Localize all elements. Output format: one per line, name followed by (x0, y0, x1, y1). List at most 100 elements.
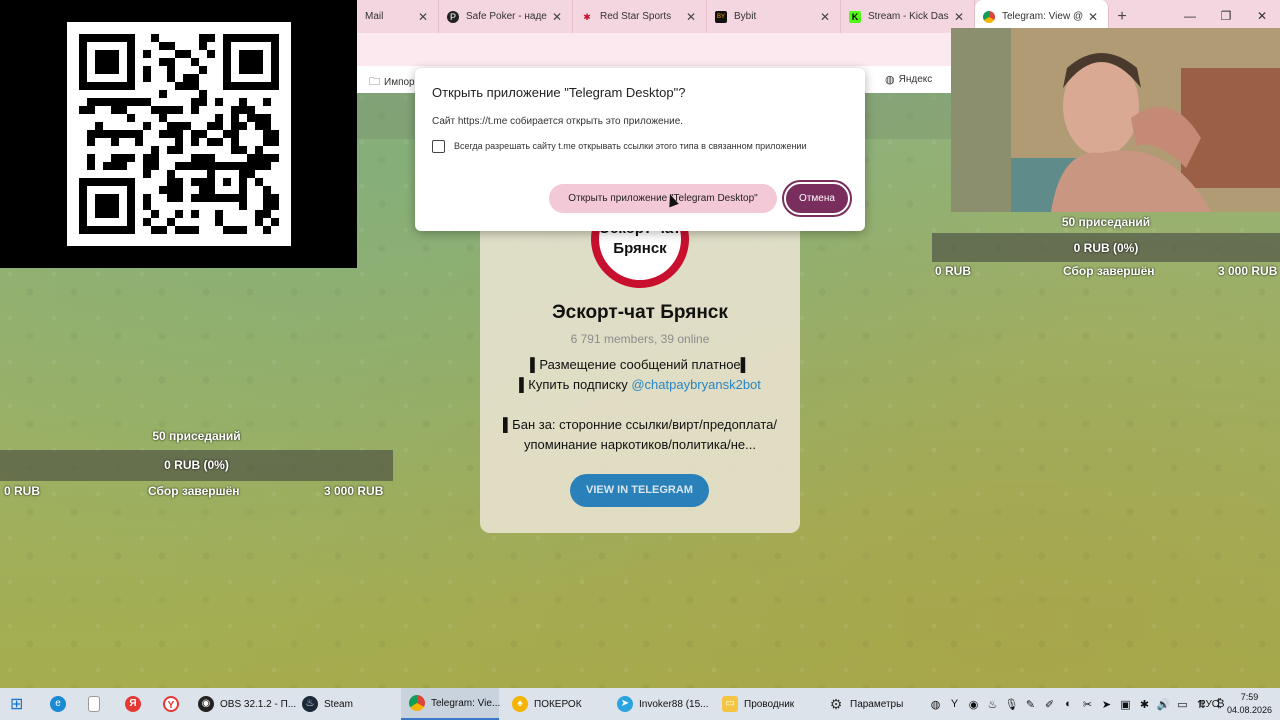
bookmark-label: Яндекс (898, 74, 933, 85)
microphone-icon[interactable]: 🎙 (1002, 698, 1021, 711)
yandex-icon: ◍ (885, 74, 895, 86)
tab-label: Safe Poker - наде (466, 11, 547, 22)
cancel-button[interactable]: Отмена (782, 180, 852, 217)
tab-bybit[interactable]: BY Bybit ✕ (707, 0, 841, 33)
clock-date: 04.08.2026 (1226, 705, 1272, 715)
taskbar-edge[interactable]: e (50, 688, 72, 720)
tab-mail[interactable]: Mail ✕ (357, 0, 439, 33)
taskbar-obs[interactable]: ◉ OBS 32.1.2 - П... (198, 688, 296, 720)
channel-title: Эскорт-чат Брянск (552, 302, 728, 323)
taskbar-label: Параметры (850, 698, 904, 710)
donation-status: Сбор завершён (1063, 264, 1155, 278)
open-app-button[interactable]: Открыть приложение "Telegram Desktop" (549, 184, 777, 213)
donation-progress-text: 0 RUB (0%) (164, 458, 229, 472)
donation-max: 3 000 RUB (1218, 264, 1278, 278)
taskbar-label: ПОКЕРОК (534, 698, 582, 710)
system-tray: ◍ Y ◉ ♨ 🎙 ✎ ✐ ◐ ✂ ➤ ▣ ✱ 🔊 ▭ ⇅ ₿ (926, 688, 1230, 720)
volume-icon[interactable]: 🔊 (1154, 698, 1173, 711)
windows-icon: ⊞ (10, 696, 24, 713)
donation-min: 0 RUB (935, 264, 972, 278)
close-icon[interactable]: ✕ (952, 10, 966, 24)
obs-icon: ◉ (198, 696, 214, 712)
taskbar-pokerok[interactable]: ♠ ПОКЕРОК (512, 688, 582, 720)
language-indicator[interactable]: РУС (1199, 688, 1219, 720)
kick-icon: K (849, 10, 861, 23)
chrome-icon (983, 10, 995, 23)
tab-label: Telegram: View @ (1002, 11, 1084, 22)
donation-goal-title: 50 приседаний (152, 429, 241, 443)
always-allow-checkbox[interactable] (432, 140, 445, 153)
tools-icon[interactable]: ✂ (1078, 698, 1097, 711)
bookmark-import[interactable]: 🗀 Импор (369, 73, 415, 92)
avatar-text-line2: Брянск (613, 240, 667, 257)
network-icon[interactable]: ▭ (1173, 698, 1192, 711)
channel-description-line: ▌Купить подписку @chatpaybryansk2bot (480, 377, 800, 392)
chrome-tray-icon[interactable]: ◍ (926, 698, 945, 711)
edge-icon: e (50, 696, 66, 712)
dialog-message: Сайт https://t.me собирается открыть это… (432, 116, 684, 127)
steam-icon: ♨ (302, 696, 318, 712)
description-text: ▌Купить подписку (519, 377, 632, 392)
bybit-icon: BY (715, 10, 727, 23)
taskbar-telegram[interactable]: ➤ Invoker88 (15... (617, 688, 708, 720)
webcam-overlay (951, 28, 1280, 212)
steam-tray-icon[interactable]: ♨ (983, 698, 1002, 711)
app-tray-icon[interactable]: ▣ (1116, 698, 1135, 711)
yandex-icon: Я (125, 696, 141, 712)
donation-goal-title: 50 приседаний (1061, 215, 1151, 229)
telegram-tray-icon[interactable]: ➤ (1097, 698, 1116, 711)
taskbar-label: Invoker88 (15... (639, 698, 709, 710)
taskbar-label: OBS 32.1.2 - П... (220, 698, 297, 710)
close-icon[interactable]: ✕ (550, 10, 564, 24)
poker-icon: P (447, 10, 459, 23)
close-icon[interactable]: ✕ (818, 10, 832, 24)
bot-link[interactable]: @chatpaybryansk2bot (631, 377, 761, 392)
new-tab-button[interactable]: + (1109, 8, 1135, 26)
system-clock[interactable]: 7:59 04.08.2026 (1227, 691, 1272, 717)
yandex-browser-icon: Y (163, 696, 179, 712)
webcam-person-image (951, 28, 1280, 212)
taskbar-explorer[interactable]: ▭ Проводник (722, 688, 794, 720)
donation-max: 3 000 RUB (324, 484, 384, 498)
pokerok-icon: ♠ (512, 696, 528, 712)
taskbar-yandex-browser[interactable]: Y (163, 688, 185, 720)
tab-safe-poker[interactable]: P Safe Poker - наде ✕ (439, 0, 573, 33)
taskbar-settings[interactable]: ⚙ Параметры (828, 688, 904, 720)
channel-members: 6 791 members, 39 online (570, 332, 710, 346)
explorer-icon: ▭ (722, 696, 738, 712)
yandex-tray-icon[interactable]: Y (945, 698, 964, 710)
taskbar-file[interactable] (88, 688, 106, 720)
taskbar-steam[interactable]: ♨ Steam (302, 688, 353, 720)
channel-description-line: ▌Бан за: сторонние ссылки/вирт/предоплат… (502, 417, 778, 432)
channel-description-line: упоминание наркотиков/политика/не... (524, 437, 756, 452)
taskbar-label: Steam (324, 698, 353, 710)
always-allow-label[interactable]: Всегда разрешать сайту t.me открывать сс… (454, 141, 806, 151)
qr-code (67, 22, 291, 246)
close-icon[interactable]: ✕ (1086, 10, 1100, 24)
gear-tray-icon[interactable]: ✱ (1135, 698, 1154, 711)
start-button[interactable]: ⊞ (10, 688, 23, 720)
qr-code-icon (79, 34, 279, 234)
redstar-icon: ✱ (583, 11, 591, 22)
open-app-dialog: Открыть приложение "Telegram Desktop"? С… (415, 68, 865, 231)
obs-tray-icon[interactable]: ◉ (964, 698, 983, 711)
view-in-telegram-button[interactable]: VIEW IN TELEGRAM (570, 474, 709, 507)
close-icon[interactable]: ✕ (684, 10, 698, 24)
channel-description-line: ▌Размещение сообщений платное▌ (530, 357, 750, 372)
taskbar-label: Telegram: Vie... (431, 697, 501, 709)
feather-icon[interactable]: ✐ (1040, 698, 1059, 711)
chrome-icon (409, 695, 425, 711)
taskbar-chrome-telegram[interactable]: Telegram: Vie... (401, 688, 501, 720)
pen-icon[interactable]: ✎ (1021, 698, 1040, 711)
taskbar-label: Проводник (744, 698, 795, 710)
close-icon[interactable]: ✕ (416, 10, 430, 24)
tab-label: Mail (365, 11, 384, 22)
recording-icon[interactable]: ◐ (1059, 698, 1078, 710)
taskbar-yandex[interactable]: Я (125, 688, 147, 720)
tab-label: Stream - Kick Das (868, 11, 949, 22)
tab-red-star-sports[interactable]: ✱ Red Star Sports ✕ (573, 0, 707, 33)
donation-min: 0 RUB (4, 484, 41, 498)
bookmark-yandex[interactable]: ◍ Яндекс (885, 73, 932, 86)
settings-icon: ⚙ (829, 696, 843, 712)
qr-overlay (0, 0, 357, 268)
